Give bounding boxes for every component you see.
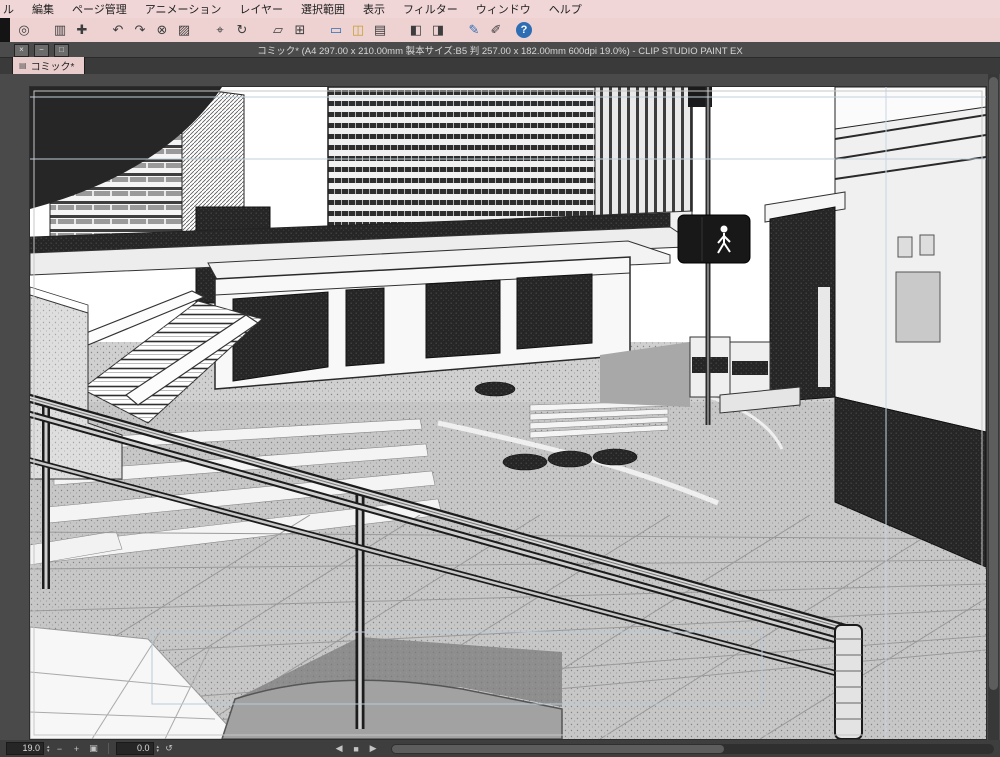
undo-icon[interactable]: ↶ xyxy=(108,21,128,39)
spinner-down-icon[interactable]: ▾ xyxy=(47,748,50,753)
menu-page-management[interactable]: ページ管理 xyxy=(63,1,136,17)
maximize-icon[interactable]: □ xyxy=(54,44,69,57)
canvas-artwork[interactable] xyxy=(30,87,986,739)
tab-page-icon: ▤ xyxy=(19,61,27,70)
menu-animation[interactable]: アニメーション xyxy=(136,1,231,17)
fit-to-screen-icon[interactable]: ▣ xyxy=(87,743,101,754)
window-controls: × − □ xyxy=(14,44,69,57)
zoom-out-icon[interactable]: − xyxy=(53,744,67,754)
prev-page-icon[interactable]: ◀ xyxy=(332,743,346,754)
redo-icon[interactable]: ↷ xyxy=(130,21,150,39)
minimize-icon[interactable]: − xyxy=(34,44,49,57)
help-icon[interactable]: ? xyxy=(516,22,532,38)
document-title: コミック* (A4 297.00 x 210.00mm 製本サイズ:B5 判 2… xyxy=(257,45,743,57)
horizontal-scrollbar-thumb[interactable] xyxy=(392,744,724,753)
pan-tool-icon[interactable]: ✚ xyxy=(72,21,92,39)
rotation-spinner[interactable]: ▴ ▾ xyxy=(157,744,160,753)
clip-studio-paint-window: ル 編集 ページ管理 アニメーション レイヤー 選択範囲 表示 フィルター ウィ… xyxy=(0,0,1000,757)
brush-icon[interactable]: ✐ xyxy=(486,21,506,39)
menu-help[interactable]: ヘルプ xyxy=(540,1,591,17)
menu-filter[interactable]: フィルター xyxy=(394,1,467,17)
screen-mode-icon[interactable]: ▥ xyxy=(50,21,70,39)
zoom-value-field[interactable]: 19.0 xyxy=(6,742,44,755)
tab-strip: ▤ コミック* xyxy=(0,56,1000,74)
document-title-bar: × − □ コミック* (A4 297.00 x 210.00mm 製本サイズ:… xyxy=(0,42,1000,57)
flip-horizontal-icon[interactable]: ◧ xyxy=(406,21,426,39)
window-edge xyxy=(0,18,10,42)
flip-vertical-icon[interactable]: ◨ xyxy=(428,21,448,39)
canvas-area xyxy=(0,74,1000,740)
reset-rotation-icon[interactable]: ↺ xyxy=(162,743,176,754)
clip-studio-logo-icon[interactable]: ◎ xyxy=(14,21,34,39)
tab-comic[interactable]: ▤ コミック* xyxy=(12,56,86,74)
crosshair-icon[interactable]: ⌖ xyxy=(210,21,230,39)
page-indicator-icon[interactable]: ■ xyxy=(349,744,363,754)
clear-icon[interactable]: ⊗ xyxy=(152,21,172,39)
menu-selection[interactable]: 選択範囲 xyxy=(292,1,354,17)
snap-grid-icon[interactable]: ▤ xyxy=(370,21,390,39)
tool-bar: ◎ ▥ ✚ ↶ ↷ ⊗ ▨ ⌖ ↻ ▱ ⊞ ▭ ◫ ▤ ◧ ◨ ✎ ✐ ? xyxy=(0,18,1000,42)
status-bar: 19.0 ▴ ▾ − + ▣ 0.0 ▴ ▾ ↺ ◀ ■ ▶ xyxy=(0,740,1000,757)
menu-view[interactable]: 表示 xyxy=(354,1,394,17)
menu-layer[interactable]: レイヤー xyxy=(230,1,292,17)
horizontal-scrollbar xyxy=(391,743,994,754)
menu-edit[interactable]: 編集 xyxy=(23,1,63,17)
pen-icon[interactable]: ✎ xyxy=(464,21,484,39)
grid-icon[interactable]: ⊞ xyxy=(290,21,310,39)
rotate-icon[interactable]: ↻ xyxy=(232,21,252,39)
tab-label: コミック* xyxy=(30,62,75,73)
rotation-value-field[interactable]: 0.0 xyxy=(115,742,154,755)
snap-ruler-icon[interactable]: ▭ xyxy=(326,21,346,39)
close-icon[interactable]: × xyxy=(14,44,29,57)
vertical-scrollbar-thumb[interactable] xyxy=(989,77,998,690)
vertical-scrollbar xyxy=(988,74,999,740)
snap-special-ruler-icon[interactable]: ◫ xyxy=(348,21,368,39)
zoom-spinner[interactable]: ▴ ▾ xyxy=(47,744,50,753)
transform-icon[interactable]: ▱ xyxy=(268,21,288,39)
menu-file[interactable]: ル xyxy=(0,1,23,17)
next-page-icon[interactable]: ▶ xyxy=(366,743,380,754)
canvas[interactable] xyxy=(30,87,986,739)
statusbar-separator xyxy=(107,743,109,754)
menu-bar: ル 編集 ページ管理 アニメーション レイヤー 選択範囲 表示 フィルター ウィ… xyxy=(0,0,1000,18)
menu-window[interactable]: ウィンドウ xyxy=(467,1,540,17)
zoom-in-icon[interactable]: + xyxy=(70,744,84,754)
fill-icon[interactable]: ▨ xyxy=(174,21,194,39)
spinner-down-icon[interactable]: ▾ xyxy=(157,748,160,753)
